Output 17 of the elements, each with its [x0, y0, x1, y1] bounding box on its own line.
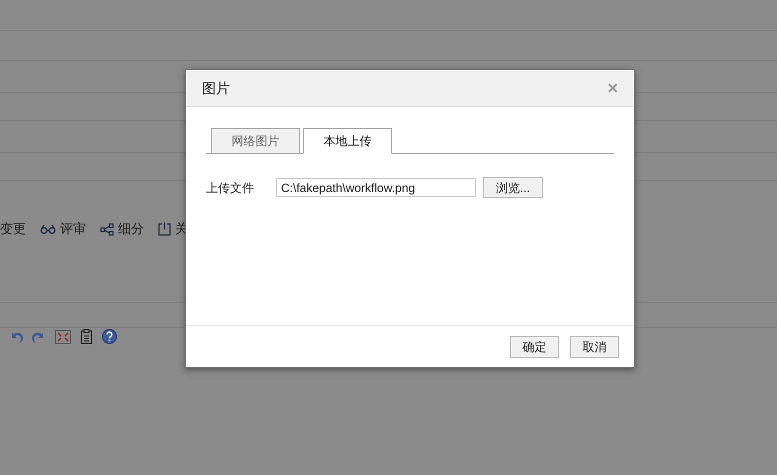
file-path-field[interactable]: C:\fakepath\workflow.png — [276, 178, 476, 197]
glasses-icon — [40, 224, 56, 234]
action-link[interactable]: 细分 — [118, 219, 144, 239]
help-icon[interactable] — [102, 329, 117, 344]
browse-button[interactable]: 浏览... — [483, 177, 543, 198]
export-icon — [158, 222, 171, 236]
dialog-title: 图片 — [202, 78, 230, 98]
action-link[interactable]: 变更 — [0, 219, 26, 239]
tab[interactable]: 网络图片 — [211, 128, 300, 153]
field-label: 上传文件 — [206, 180, 255, 196]
tab[interactable]: 本地上传 — [303, 128, 392, 154]
share-icon — [100, 222, 114, 236]
clipboard-icon[interactable] — [80, 329, 93, 344]
confirm-button[interactable]: 确定 — [510, 336, 559, 358]
fullscreen-icon[interactable] — [55, 330, 71, 344]
cancel-button[interactable]: 取消 — [570, 336, 619, 358]
action-link[interactable]: 评审 — [60, 219, 86, 239]
